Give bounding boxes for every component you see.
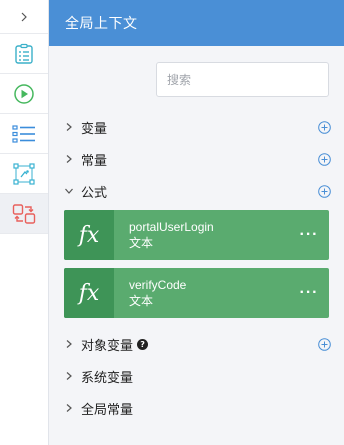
rail-toggle-button[interactable] [0,0,48,34]
formula-name: portalUserLogin [129,220,214,234]
search-input[interactable] [167,72,322,87]
search-area [49,46,344,111]
chevron-right-icon[interactable] [63,371,75,381]
chevron-right-icon [21,12,27,21]
play-icon [14,83,34,104]
chevron-right-icon[interactable] [63,154,75,164]
node-map-icon [13,162,35,185]
tree-node-label: 对象变量 [81,337,134,353]
tree-node-object-variables[interactable]: 对象变量 ? [49,328,344,360]
add-constant-icon[interactable] [318,152,331,166]
add-formula-icon[interactable] [318,184,331,198]
chevron-down-icon[interactable] [63,187,75,195]
add-object-variable-icon[interactable] [318,337,331,351]
formula-name: verifyCode [129,278,187,292]
search-box[interactable] [156,62,329,97]
tree-node-variables[interactable]: 变量 [49,111,344,143]
panel-title: 全局上下文 [65,15,138,31]
tree-node-label: 常量 [81,152,108,168]
formula-type: 文本 [129,236,154,250]
document-list-icon [15,43,33,64]
more-options-icon[interactable]: ··· [289,210,329,260]
rail-list-button[interactable] [0,114,48,154]
tree-node-constants[interactable]: 常量 [49,143,344,175]
formula-list: fx portalUserLogin 文本 ··· fx verifyCode … [49,210,344,328]
formula-card[interactable]: fx verifyCode 文本 ··· [64,268,329,318]
left-rail [0,0,49,445]
rail-context-button[interactable] [0,194,48,234]
tree-node-formulas[interactable]: 公式 [49,175,344,207]
tree-node-system-variables[interactable]: 系统变量 [49,360,344,392]
tree-node-label: 系统变量 [81,369,134,385]
tree-node-global-constants[interactable]: 全局常量 [49,392,344,424]
formula-type: 文本 [129,294,154,308]
fx-icon: fx [64,210,114,260]
tree-node-label: 公式 [81,184,108,200]
formula-card[interactable]: fx portalUserLogin 文本 ··· [64,210,329,260]
fx-icon: fx [64,268,114,318]
chevron-right-icon[interactable] [63,339,75,349]
add-variable-icon[interactable] [318,120,331,134]
bulleted-list-icon [12,124,35,143]
rail-play-button[interactable] [0,74,48,114]
tree-node-label: 全局常量 [81,401,134,417]
chevron-right-icon[interactable] [63,122,75,132]
rail-document-button[interactable] [0,34,48,74]
panel-header: 全局上下文 [49,0,344,46]
tree-node-label: 变量 [81,120,108,136]
chevron-right-icon[interactable] [63,403,75,413]
rail-node-map-button[interactable] [0,154,48,194]
more-options-icon[interactable]: ··· [289,268,329,318]
context-panel: 全局上下文 变量 常量 [49,0,344,445]
context-switch-icon [12,203,36,224]
help-icon[interactable]: ? [137,338,149,350]
